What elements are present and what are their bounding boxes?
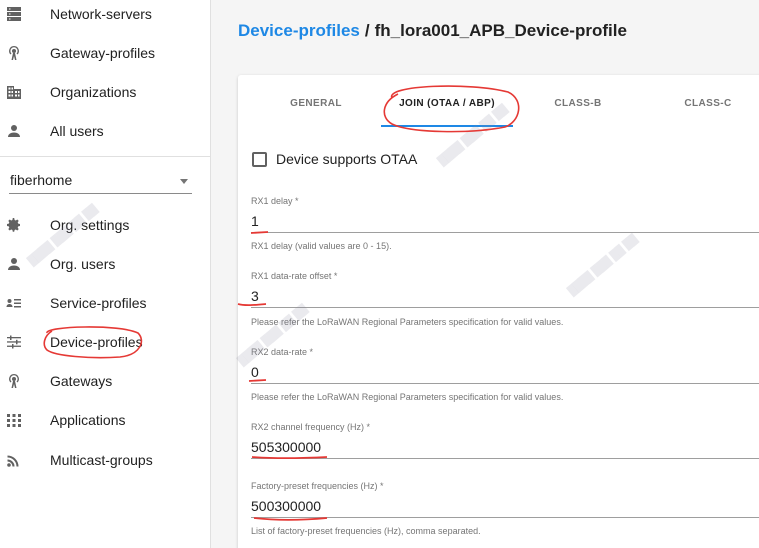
sidebar-item-label: Network-servers <box>50 5 152 22</box>
sidebar-item-org-settings[interactable]: Org. settings <box>0 205 211 244</box>
tune-icon <box>6 334 22 350</box>
rx2-dr-input[interactable]: 0 <box>251 362 759 384</box>
sidebar-item-multicast-groups[interactable]: Multicast-groups <box>0 440 211 479</box>
sidebar-item-label: Gateways <box>50 372 113 389</box>
rx1-delay-label: RX1 delay * <box>251 196 299 206</box>
page-title: fh_lora001_APB_Device-profile <box>374 21 627 40</box>
rx1-delay-help: RX1 delay (valid values are 0 - 15). <box>251 241 392 251</box>
sidebar-item-label: Device-profiles <box>50 333 143 350</box>
breadcrumb: Device-profiles / fh_lora001_APB_Device-pr… <box>238 21 627 41</box>
tab-join-otaa-abp[interactable]: JOIN (OTAA / ABP) <box>381 98 513 120</box>
rx2-freq-input[interactable]: 505300000 <box>251 437 759 459</box>
person-icon <box>6 123 22 139</box>
organization-select-value: fiberhome <box>10 172 73 188</box>
rx2-dr-value: 0 <box>251 364 259 380</box>
service-profile-icon <box>6 295 22 311</box>
breadcrumb-device-profiles-link[interactable]: Device-profiles <box>238 21 360 40</box>
rx1-dr-offset-input[interactable]: 3 <box>251 286 759 308</box>
sidebar-item-label: Org. settings <box>50 216 130 233</box>
tab-general[interactable]: GENERAL <box>275 98 357 120</box>
sidebar-item-label: All users <box>50 122 104 139</box>
gear-icon <box>6 217 22 233</box>
tab-class-b[interactable]: CLASS-B <box>538 98 618 120</box>
sidebar-item-organizations[interactable]: Organizations <box>0 72 211 111</box>
factory-freqs-label: Factory-preset frequencies (Hz) * <box>251 481 384 491</box>
sidebar-item-label: Org. users <box>50 255 116 272</box>
domain-icon <box>6 84 22 100</box>
sidebar-item-network-servers[interactable]: Network-servers <box>0 0 211 33</box>
sidebar-item-label: Organizations <box>50 83 137 100</box>
factory-freqs-help: List of factory-preset frequencies (Hz),… <box>251 526 481 536</box>
supports-otaa-checkbox[interactable]: Device supports OTAA <box>252 150 417 168</box>
factory-freqs-value: 500300000 <box>251 498 322 514</box>
server-icon <box>6 6 22 22</box>
rx2-freq-label: RX2 channel frequency (Hz) * <box>251 422 371 432</box>
sidebar-item-label: Service-profiles <box>50 294 147 311</box>
sidebar-divider <box>0 156 211 157</box>
sidebar-item-applications[interactable]: Applications <box>0 400 211 439</box>
device-profile-card <box>238 75 759 548</box>
rx1-delay-value: 1 <box>251 213 259 229</box>
rx1-dr-offset-label: RX1 data-rate offset * <box>251 271 338 281</box>
sidebar-item-gateway-profiles[interactable]: Gateway-profiles <box>0 33 211 72</box>
organization-select[interactable]: fiberhome <box>9 168 192 194</box>
supports-otaa-label: Device supports OTAA <box>276 151 418 167</box>
tab-class-c[interactable]: CLASS-C <box>668 98 748 120</box>
active-tab-indicator <box>381 125 513 127</box>
person-icon <box>6 256 22 272</box>
rx2-dr-label: RX2 data-rate * <box>251 347 314 357</box>
sidebar-item-service-profiles[interactable]: Service-profiles <box>0 283 211 322</box>
rss-feed-icon <box>6 452 22 468</box>
chevron-down-icon <box>180 179 188 184</box>
gateway-icon <box>6 373 22 389</box>
rx1-dr-offset-value: 3 <box>251 288 259 304</box>
checkbox-box[interactable] <box>252 151 267 167</box>
sidebar-item-all-users[interactable]: All users <box>0 111 211 150</box>
rx2-freq-value: 505300000 <box>251 439 322 455</box>
breadcrumb-separator: / <box>364 21 370 40</box>
sidebar: Network-servers Gateway-profiles Organiz… <box>0 0 211 548</box>
apps-grid-icon <box>6 412 22 428</box>
sidebar-item-gateways[interactable]: Gateways <box>0 361 211 400</box>
sidebar-item-label: Multicast-groups <box>50 451 153 468</box>
gateway-profile-icon <box>6 45 22 61</box>
sidebar-item-label: Applications <box>50 411 126 428</box>
rx1-delay-input[interactable]: 1 <box>251 211 759 233</box>
rx1-dr-offset-help: Please refer the LoRaWAN Regional Parame… <box>251 317 564 327</box>
sidebar-item-org-users[interactable]: Org. users <box>0 244 211 283</box>
sidebar-item-device-profiles[interactable]: Device-profiles <box>0 322 211 361</box>
sidebar-item-label: Gateway-profiles <box>50 44 156 61</box>
rx2-dr-help: Please refer the LoRaWAN Regional Parame… <box>251 392 564 402</box>
factory-freqs-input[interactable]: 500300000 <box>251 496 759 518</box>
